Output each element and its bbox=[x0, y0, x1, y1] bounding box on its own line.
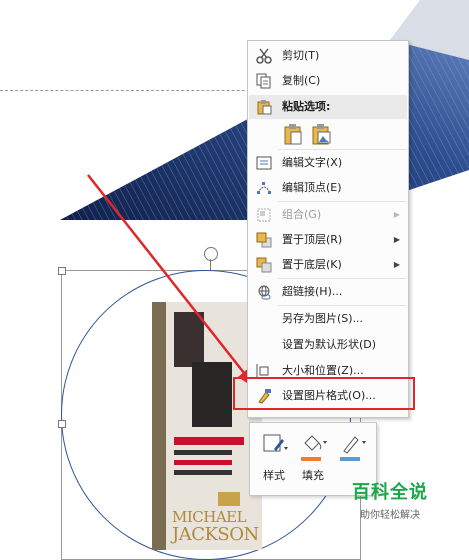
photo-thumbnail bbox=[174, 312, 204, 367]
menu-item-label: 超链接(H)... bbox=[282, 285, 343, 298]
rotate-handle[interactable] bbox=[204, 247, 218, 261]
style-button[interactable]: 样式 bbox=[256, 429, 292, 489]
menu-separator bbox=[278, 201, 406, 202]
menu-item-cut[interactable]: 剪切(T) bbox=[248, 44, 408, 68]
fill-color-bar bbox=[301, 457, 321, 461]
resize-handle-left[interactable] bbox=[58, 420, 66, 428]
paste-picture-icon bbox=[310, 124, 332, 148]
paste-icon bbox=[256, 99, 272, 115]
menu-item-label: 置于顶层(R) bbox=[282, 233, 343, 246]
resize-handle-top-left[interactable] bbox=[58, 267, 66, 275]
paste-options-label: 粘贴选项: bbox=[282, 100, 331, 113]
photo-thumbnail bbox=[192, 362, 232, 427]
menu-separator bbox=[278, 305, 406, 306]
fill-label: 填充 bbox=[302, 469, 324, 482]
menu-item-set-default-shape[interactable]: 设置为默认形状(D) bbox=[248, 333, 408, 357]
scissors-icon bbox=[256, 48, 272, 64]
hyperlink-icon bbox=[256, 284, 272, 300]
book-spine bbox=[152, 302, 166, 550]
bring-to-front-icon bbox=[256, 232, 272, 248]
red-banner bbox=[174, 437, 244, 445]
paste-options-header: 粘贴选项: bbox=[249, 95, 407, 119]
submenu-arrow-icon: ▶ bbox=[393, 210, 400, 219]
menu-item-label: 复制(C) bbox=[282, 74, 321, 87]
menu-item-edit-points[interactable]: 编辑顶点(E) bbox=[248, 176, 408, 200]
fill-button[interactable]: 填充 bbox=[295, 429, 331, 489]
menu-item-edit-text[interactable]: 编辑文字(X) bbox=[248, 151, 408, 175]
outline-color-bar bbox=[340, 457, 360, 461]
edit-points-icon bbox=[256, 180, 272, 196]
style-icon bbox=[262, 433, 288, 455]
menu-item-save-as-picture[interactable]: 另存为图片(S)... bbox=[248, 307, 408, 331]
rotate-stem bbox=[210, 259, 211, 270]
watermark-main: 百科全说 bbox=[352, 482, 428, 503]
book-title-line2: JACKSON bbox=[172, 524, 259, 545]
menu-item-hyperlink[interactable]: 超链接(H)... bbox=[248, 280, 408, 304]
watermark: 百科全说 助你轻松解决 bbox=[340, 478, 440, 521]
menu-item-label: 设置为默认形状(D) bbox=[282, 338, 377, 351]
menu-item-send-to-back[interactable]: 置于底层(K) ▶ bbox=[248, 253, 408, 277]
highlight-box bbox=[233, 377, 415, 410]
edit-text-icon bbox=[256, 155, 272, 171]
text-line bbox=[174, 450, 232, 455]
send-to-back-icon bbox=[256, 257, 272, 273]
paste-keep-source-button[interactable] bbox=[282, 123, 304, 145]
copy-icon bbox=[256, 73, 272, 89]
menu-item-label: 编辑顶点(E) bbox=[282, 181, 342, 194]
submenu-arrow-icon: ▶ bbox=[393, 260, 400, 269]
menu-item-bring-to-front[interactable]: 置于顶层(R) ▶ bbox=[248, 228, 408, 252]
menu-separator bbox=[278, 149, 406, 150]
watermark-sub: 助你轻松解决 bbox=[360, 510, 420, 521]
menu-item-label: 剪切(T) bbox=[282, 49, 320, 62]
text-line bbox=[174, 470, 232, 475]
submenu-arrow-icon: ▶ bbox=[393, 235, 400, 244]
outline-pen-icon bbox=[340, 433, 366, 455]
menu-item-label: 编辑文字(X) bbox=[282, 156, 343, 169]
menu-item-label: 另存为图片(S)... bbox=[282, 312, 364, 325]
text-line bbox=[174, 460, 232, 465]
crown-emblem bbox=[218, 492, 240, 506]
book-cover-picture[interactable]: MICHAEL JACKSON bbox=[152, 302, 262, 550]
menu-item-copy[interactable]: 复制(C) bbox=[248, 69, 408, 93]
context-menu: 剪切(T) 复制(C) 粘贴选项: 编辑文字(X) 编辑顶点(E) 组合(G) … bbox=[247, 40, 409, 418]
paste-picture-button[interactable] bbox=[310, 123, 332, 145]
style-label: 样式 bbox=[263, 469, 285, 482]
menu-item-label: 置于底层(K) bbox=[282, 258, 342, 271]
menu-item-group[interactable]: 组合(G) ▶ bbox=[248, 203, 408, 227]
menu-item-label: 组合(G) bbox=[282, 208, 322, 221]
menu-separator bbox=[278, 278, 406, 279]
fill-bucket-icon bbox=[301, 433, 327, 455]
paste-keep-source-icon bbox=[282, 124, 304, 148]
group-icon bbox=[256, 207, 272, 223]
